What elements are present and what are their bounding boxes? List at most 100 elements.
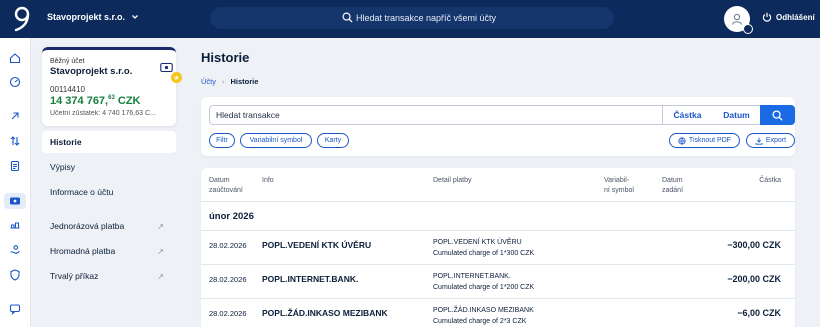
menu-single-payment[interactable]: Jednorázová platba ↗ <box>42 215 176 237</box>
chevron-down-icon <box>132 15 138 19</box>
menu-bulk-payment-label: Hromadná platba <box>50 246 116 256</box>
home-icon[interactable] <box>8 51 22 65</box>
globe-icon <box>678 136 686 145</box>
search-icon <box>772 109 783 121</box>
account-side-panel: Běžný účet Stavoprojekt s.r.o. 00114410 … <box>31 38 186 327</box>
external-arrow-icon: ↗ <box>157 221 164 231</box>
variable-symbol-chip[interactable]: Variabilní symbol <box>240 133 312 148</box>
menu-standing-order[interactable]: Trvalý příkaz ↗ <box>42 265 176 287</box>
balance-cents: 63 <box>108 95 115 101</box>
row-date: 28.02.2026 <box>209 275 247 284</box>
main-content: Historie Účty › Historie Hledat transakc… <box>186 38 820 327</box>
header-booking-date-line1: Datum <box>209 177 230 184</box>
row-date: 28.02.2026 <box>209 309 247 318</box>
bank-logo-icon[interactable] <box>12 6 32 32</box>
dashboard-gauge-icon[interactable] <box>8 75 22 89</box>
row-detail-line2: Cumulated charge of 1*300 CZK <box>433 250 535 257</box>
settings-badge-icon <box>743 24 753 34</box>
table-row[interactable]: 28.02.2026 POPL.INTERNET.BANK. POPL.INTE… <box>201 264 795 298</box>
row-amount: −6,00 CZK <box>737 308 781 318</box>
account-name: Stavoprojekt s.r.o. <box>50 66 133 77</box>
breadcrumb-current: Historie <box>230 77 259 86</box>
savings-icon[interactable] <box>8 218 22 232</box>
search-icon <box>342 12 353 23</box>
transactions-table: Datum zaúčtování Info Detail platby Vari… <box>201 168 795 327</box>
account-type: Běžný účet <box>50 58 85 65</box>
company-switcher[interactable]: Stavoprojekt s.r.o. <box>47 12 139 22</box>
top-bar: Stavoprojekt s.r.o. Hledat transakce nap… <box>0 0 820 38</box>
external-arrow-icon: ↗ <box>157 246 164 256</box>
shield-icon[interactable] <box>8 268 22 282</box>
cards-chip[interactable]: Karty <box>317 133 349 148</box>
search-submit-button[interactable] <box>760 105 795 125</box>
user-avatar[interactable] <box>724 6 753 34</box>
row-detail-line1: POPL.INTERNET.BANK. <box>433 273 511 280</box>
account-balance: 14 374 767,63 CZK <box>50 95 140 107</box>
month-group-label: únor 2026 <box>209 211 254 222</box>
table-row[interactable]: 28.02.2026 POPL.VEDENÍ KTK ÚVĚRU POPL.VE… <box>201 230 795 264</box>
header-detail: Detail platby <box>433 177 472 184</box>
chat-icon[interactable] <box>8 302 22 316</box>
print-pdf-label: Tisknout PDF <box>688 137 732 144</box>
outgoing-payment-icon[interactable] <box>8 109 22 123</box>
balance-currency: CZK <box>114 95 141 107</box>
balance-main: 14 374 767, <box>50 95 109 107</box>
account-number: 00114410 <box>50 85 85 94</box>
user-icon <box>731 13 743 25</box>
menu-single-payment-label: Jednorázová platba <box>50 221 125 231</box>
favorite-star-icon[interactable]: ★ <box>171 72 182 83</box>
breadcrumb-accounts[interactable]: Účty <box>201 77 216 86</box>
menu-history[interactable]: Historie <box>42 131 176 153</box>
filter-chip[interactable]: Filtr <box>209 133 235 148</box>
header-entry-date-line1: Datum <box>662 177 683 184</box>
ledger-balance: Účetní zůstatek: 4 740 176,63 C... <box>50 110 156 117</box>
menu-bulk-payment[interactable]: Hromadná platba ↗ <box>42 240 176 262</box>
transaction-search-input[interactable]: Hledat transakce <box>209 105 662 125</box>
global-search-input[interactable]: Hledat transakce napříč všemi účty <box>210 7 614 29</box>
power-icon <box>762 12 772 22</box>
export-button[interactable]: Export <box>746 133 795 148</box>
header-info: Info <box>262 177 274 184</box>
external-arrow-icon: ↗ <box>157 271 164 281</box>
export-label: Export <box>765 137 787 144</box>
transaction-search-placeholder: Hledat transakce <box>216 110 280 120</box>
loans-hand-icon[interactable] <box>8 243 22 257</box>
menu-standing-order-label: Trvalý příkaz <box>50 271 99 281</box>
account-card[interactable]: Běžný účet Stavoprojekt s.r.o. 00114410 … <box>42 47 182 126</box>
filter-card: Hledat transakce Částka Datum Filtr Vari… <box>201 97 795 156</box>
logout-label: Odhlášení <box>776 12 815 22</box>
row-date: 28.02.2026 <box>209 241 247 250</box>
header-vs-line1: Variabil- <box>604 177 630 184</box>
row-detail-line2: Cumulated charge of 2*3 CZK <box>433 318 527 325</box>
row-detail: POPL.INTERNET.BANK. Cumulated charge of … <box>433 271 534 293</box>
document-icon[interactable] <box>8 159 22 173</box>
row-detail: POPL.VEDENÍ KTK ÚVĚRU Cumulated charge o… <box>433 237 534 259</box>
breadcrumb-separator: › <box>222 77 225 86</box>
page-title: Historie <box>201 50 250 65</box>
download-icon <box>755 137 763 145</box>
company-name: Stavoprojekt s.r.o. <box>47 12 126 22</box>
row-detail: POPL.ŽÁD.INKASO MEZIBANK Cumulated charg… <box>433 305 534 327</box>
print-pdf-button[interactable]: Tisknout PDF <box>669 133 740 148</box>
menu-statements[interactable]: Výpisy <box>42 156 176 178</box>
header-amount[interactable]: Částka <box>759 176 781 186</box>
row-amount: −200,00 CZK <box>727 274 781 284</box>
date-sort-button[interactable]: Datum <box>712 105 762 125</box>
accounts-icon[interactable] <box>4 193 26 209</box>
header-entry-date-line2: zadání <box>662 187 684 194</box>
row-detail-line1: POPL.VEDENÍ KTK ÚVĚRU <box>433 239 522 246</box>
header-vs-line2: ní symbol <box>604 187 634 194</box>
row-info: POPL.VEDENÍ KTK ÚVĚRU <box>262 240 372 250</box>
logout-button[interactable]: Odhlášení <box>762 12 815 22</box>
amount-sort-button[interactable]: Částka <box>662 105 713 125</box>
table-row[interactable]: 28.02.2026 POPL.ŽÁD.INKASO MEZIBANK POPL… <box>201 298 795 327</box>
header-entry-date: Datum zadání <box>662 176 683 196</box>
transfer-arrows-icon[interactable] <box>8 134 22 148</box>
header-booking-date[interactable]: Datum zaúčtování <box>209 176 243 196</box>
menu-account-info[interactable]: Informace o účtu <box>42 181 176 203</box>
row-detail-line2: Cumulated charge of 1*200 CZK <box>433 284 535 291</box>
global-search-placeholder: Hledat transakce napříč všemi účty <box>356 13 497 23</box>
breadcrumb: Účty › Historie <box>201 77 258 86</box>
row-amount: −300,00 CZK <box>727 240 781 250</box>
row-info: POPL.INTERNET.BANK. <box>262 274 359 284</box>
